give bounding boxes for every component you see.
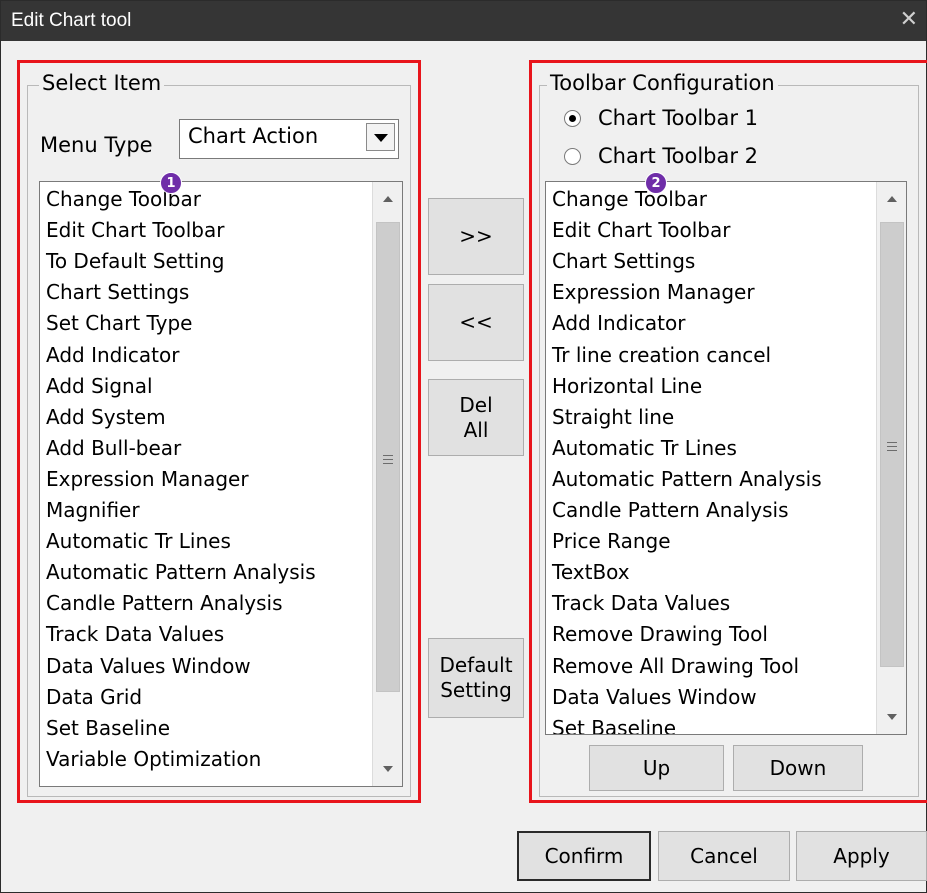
list-item[interactable]: Chart Settings [46, 280, 189, 304]
default-setting-button[interactable]: Default Setting [428, 638, 524, 718]
toolbar-items-scrollbar[interactable] [876, 182, 906, 734]
list-item[interactable]: Variable Optimization [46, 747, 261, 771]
list-item[interactable]: Horizontal Line [552, 374, 702, 398]
remove-item-button[interactable]: << [428, 284, 524, 361]
confirm-button[interactable]: Confirm [517, 831, 651, 881]
close-icon[interactable]: ✕ [900, 7, 918, 32]
available-items-list[interactable]: Variable Optimization Set Baseline Data Gr… [39, 181, 403, 787]
apply-button[interactable]: Apply [796, 831, 927, 881]
list-item[interactable]: Set Chart Type [46, 311, 192, 335]
list-item[interactable]: Track Data Values [552, 591, 730, 615]
list-item[interactable]: Data Values Window [46, 654, 251, 678]
menu-type-select[interactable]: Chart Action [179, 119, 399, 159]
list-item[interactable]: Data Values Window [552, 685, 757, 709]
scroll-up-icon[interactable] [383, 196, 393, 202]
list-item[interactable]: Track Data Values [46, 622, 224, 646]
list-item[interactable]: Candle Pattern Analysis [46, 591, 283, 615]
delete-all-button[interactable]: Del All [428, 379, 524, 456]
callout-badge-1: 1 [160, 172, 182, 194]
chart-toolbar-2-radio[interactable] [564, 148, 581, 165]
menu-type-value: Chart Action [188, 124, 319, 148]
edit-chart-tool-dialog: Edit Chart tool ✕ Select Item Menu Type … [0, 0, 927, 893]
menu-type-label: Menu Type [40, 133, 153, 157]
list-item[interactable]: Change Toolbar [552, 187, 707, 211]
scroll-thumb[interactable] [376, 222, 400, 692]
list-item[interactable]: Set Baseline [552, 716, 676, 734]
scroll-down-icon[interactable] [383, 766, 393, 772]
list-item[interactable]: Automatic Pattern Analysis [46, 560, 316, 584]
move-down-button[interactable]: Down [733, 745, 863, 791]
list-item[interactable]: Add Signal [46, 374, 153, 398]
list-item[interactable]: Edit Chart Toolbar [46, 218, 224, 242]
list-item[interactable]: Set Baseline [46, 716, 170, 740]
list-item[interactable]: Remove All Drawing Tool [552, 654, 799, 678]
list-item[interactable]: Expression Manager [552, 280, 755, 304]
cancel-button[interactable]: Cancel [658, 831, 790, 881]
move-up-button[interactable]: Up [589, 745, 724, 791]
list-item[interactable]: Automatic Pattern Analysis [552, 467, 822, 491]
list-item[interactable]: Chart Settings [552, 249, 695, 273]
title-bar[interactable]: Edit Chart tool ✕ [1, 1, 926, 41]
list-item[interactable]: Automatic Tr Lines [552, 436, 737, 460]
callout-badge-2: 2 [645, 172, 667, 194]
chart-toolbar-2-label[interactable]: Chart Toolbar 2 [598, 144, 758, 168]
list-item[interactable]: Remove Drawing Tool [552, 622, 768, 646]
window-title: Edit Chart tool [11, 10, 132, 31]
list-item[interactable]: Expression Manager [46, 467, 249, 491]
list-item[interactable]: Automatic Tr Lines [46, 529, 231, 553]
list-item[interactable]: Add Indicator [46, 343, 179, 367]
list-item[interactable]: Tr line creation cancel [552, 343, 771, 367]
list-item[interactable]: Straight line [552, 405, 674, 429]
chart-toolbar-1-label[interactable]: Chart Toolbar 1 [598, 106, 758, 130]
list-item[interactable]: Edit Chart Toolbar [552, 218, 730, 242]
scroll-down-icon[interactable] [887, 714, 897, 720]
toolbar-items-list[interactable]: Set Baseline Data Values Window Remove All… [545, 181, 907, 735]
list-item[interactable]: Add System [46, 405, 166, 429]
delete-all-label-line1: Del [459, 392, 493, 417]
default-setting-label-line2: Setting [440, 678, 512, 702]
scroll-up-icon[interactable] [887, 196, 897, 202]
list-item[interactable]: Add Indicator [552, 311, 685, 335]
list-item[interactable]: To Default Setting [46, 249, 224, 273]
chart-toolbar-1-radio[interactable] [564, 110, 581, 127]
list-item[interactable]: Magnifier [46, 498, 140, 522]
list-item[interactable]: Candle Pattern Analysis [552, 498, 789, 522]
list-item[interactable]: TextBox [552, 560, 630, 584]
scroll-thumb[interactable] [880, 222, 904, 667]
list-item[interactable]: Data Grid [46, 685, 142, 709]
list-item[interactable]: Add Bull-bear [46, 436, 181, 460]
available-items-scrollbar[interactable] [372, 182, 402, 786]
list-item[interactable]: Price Range [552, 529, 671, 553]
default-setting-label-line1: Default [439, 653, 513, 677]
chevron-down-icon[interactable] [366, 123, 395, 151]
delete-all-label-line2: All [463, 417, 489, 442]
add-item-button[interactable]: >> [428, 198, 524, 275]
